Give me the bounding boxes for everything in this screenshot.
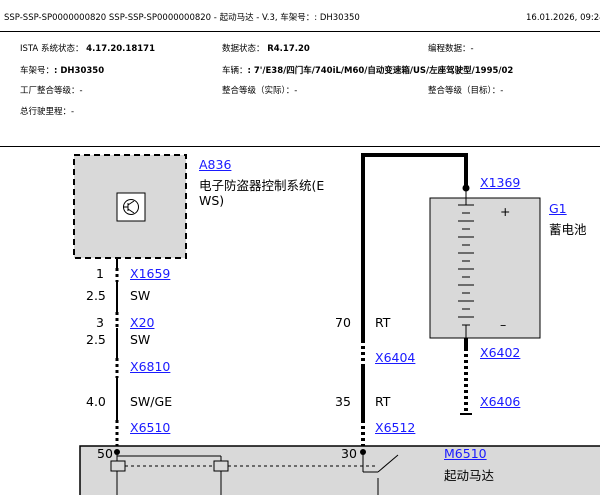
wire-size-label: 4.0 (86, 394, 106, 409)
wire-color-label: RT (375, 315, 391, 330)
battery-component-link[interactable]: G1 (549, 202, 567, 216)
connector-x6404-link[interactable]: X6404 (375, 351, 415, 365)
wire-color-label: RT (375, 394, 391, 409)
battery-name: 蓄电池 (549, 222, 587, 237)
wire-color-label: SW (130, 288, 151, 303)
battery-box (429, 197, 541, 339)
connector-x6510-link[interactable]: X6510 (130, 421, 170, 435)
terminal-50-junction (114, 449, 120, 455)
battery-plus-label: + (500, 204, 511, 219)
connector-x20-link[interactable]: X20 (130, 316, 154, 330)
terminal-30-label: 30 (341, 446, 357, 461)
wire-size-label: 35 (335, 394, 351, 409)
connector-x6810-link[interactable]: X6810 (130, 360, 170, 374)
pin-1-label: 1 (96, 266, 104, 281)
battery-ground-wire (460, 338, 472, 415)
wire-size-label: 2.5 (86, 288, 106, 303)
ews-name-line1: 电子防盗器控制系统(E (199, 178, 325, 193)
wire-color-label: SW/GE (130, 394, 173, 409)
starter-box (79, 445, 600, 495)
connector-x6402-link[interactable]: X6402 (480, 346, 520, 360)
starter-component-link[interactable]: M6510 (444, 447, 487, 461)
connector-x1659-link[interactable]: X1659 (130, 267, 170, 281)
wire-size-label: 70 (335, 315, 351, 330)
wire-color-label: SW (130, 332, 151, 347)
starter-name: 起动马达 (444, 468, 495, 483)
battery-positive-terminal (462, 184, 470, 192)
wiring-diagram (73, 153, 600, 495)
wire-size-label: 2.5 (86, 332, 106, 347)
battery-minus-label: – (500, 317, 507, 332)
connector-x6512-link[interactable]: X6512 (375, 421, 415, 435)
terminal-30-junction (360, 449, 366, 455)
terminal-50-label: 50 (97, 446, 113, 461)
ews-name-line2: WS) (199, 193, 225, 208)
ews-transistor-icon (116, 192, 146, 222)
pin-3-label: 3 (96, 315, 104, 330)
connector-x1369-link[interactable]: X1369 (480, 176, 520, 190)
connector-x6406-link[interactable]: X6406 (480, 395, 520, 409)
ews-component-link[interactable]: A836 (199, 158, 231, 172)
